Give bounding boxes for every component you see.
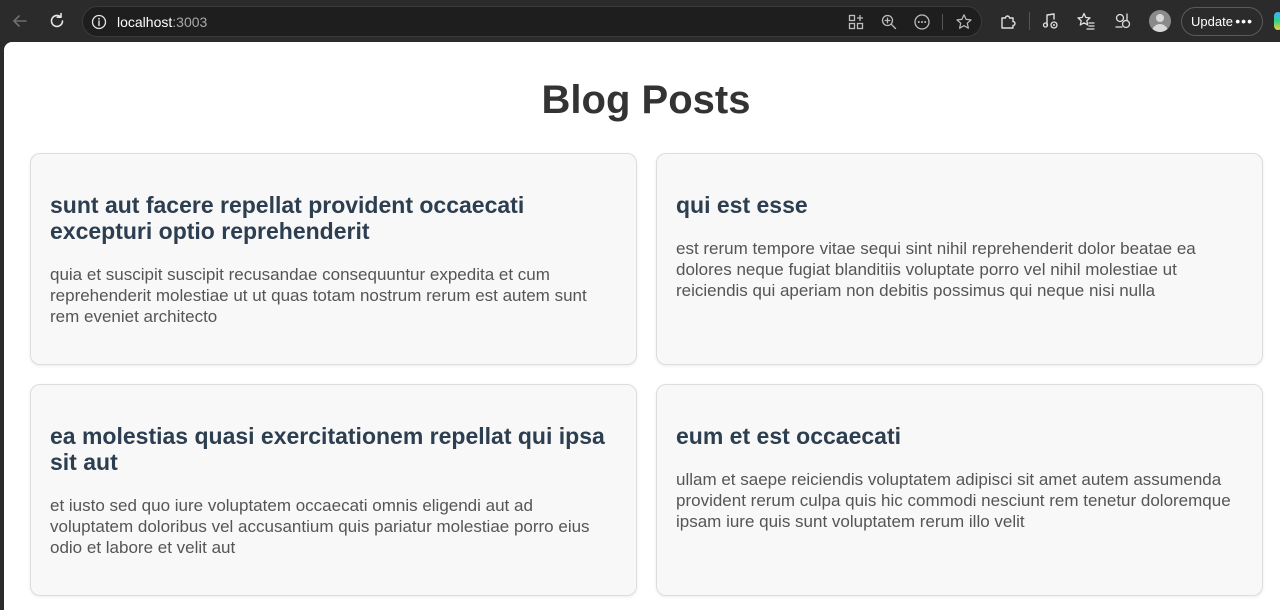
url-port: :3003 (172, 14, 208, 30)
post-title: sunt aut facere repellat provident occae… (50, 192, 525, 244)
favorites-button[interactable] (1074, 9, 1098, 33)
post-card: ea molestias quasi exercitationem repell… (30, 384, 637, 596)
update-button[interactable]: Update ••• (1181, 7, 1263, 36)
media-settings-icon (1042, 13, 1058, 29)
refresh-icon (50, 12, 64, 28)
favorite-star-icon[interactable] (955, 13, 973, 31)
post-card: eum et est occaecati ullam et saepe reic… (656, 384, 1263, 596)
favorites-icon (1077, 12, 1095, 30)
copilot-icon[interactable] (1274, 12, 1280, 30)
media-button[interactable] (1038, 9, 1062, 33)
back-arrow-icon (13, 15, 27, 27)
update-label: Update (1191, 14, 1233, 29)
extensions-button[interactable] (996, 9, 1020, 33)
profile-avatar[interactable] (1149, 10, 1171, 32)
collections-icon (1115, 13, 1131, 29)
url-text[interactable]: localhost:3003 (117, 14, 207, 30)
post-card: qui est esse est rerum tempore vitae seq… (656, 153, 1263, 365)
post-body: et iusto sed quo iure voluptatem occaeca… (50, 496, 590, 557)
toolbar-divider (1029, 12, 1030, 30)
post-card: sunt aut facere repellat provident occae… (30, 153, 637, 365)
browser-toolbar: localhost:3003 Update ••• (0, 0, 1280, 42)
page-viewport: Blog Posts sunt aut facere repellat prov… (4, 42, 1280, 610)
puzzle-icon (1001, 15, 1016, 29)
settings-more-icon[interactable]: ••• (1235, 13, 1253, 29)
refresh-button[interactable] (45, 9, 69, 33)
zoom-icon[interactable] (880, 13, 898, 31)
back-button[interactable] (8, 9, 32, 33)
post-title: qui est esse (676, 192, 808, 218)
post-body: est rerum tempore vitae sequi sint nihil… (676, 239, 1196, 300)
collections-button[interactable] (1111, 9, 1135, 33)
app-available-icon[interactable] (847, 13, 865, 31)
post-body: quia et suscipit suscipit recusandae con… (50, 265, 587, 326)
address-bar-divider (942, 14, 943, 30)
url-host: localhost (117, 14, 173, 30)
page-title: Blog Posts (541, 78, 751, 122)
post-title: ea molestias quasi exercitationem repell… (50, 423, 605, 475)
more-options-circle-icon[interactable] (913, 13, 931, 31)
site-info-icon[interactable] (91, 14, 107, 30)
post-body: ullam et saepe reiciendis voluptatem adi… (676, 470, 1231, 531)
post-title: eum et est occaecati (676, 423, 902, 449)
address-bar[interactable]: localhost:3003 (82, 6, 982, 37)
